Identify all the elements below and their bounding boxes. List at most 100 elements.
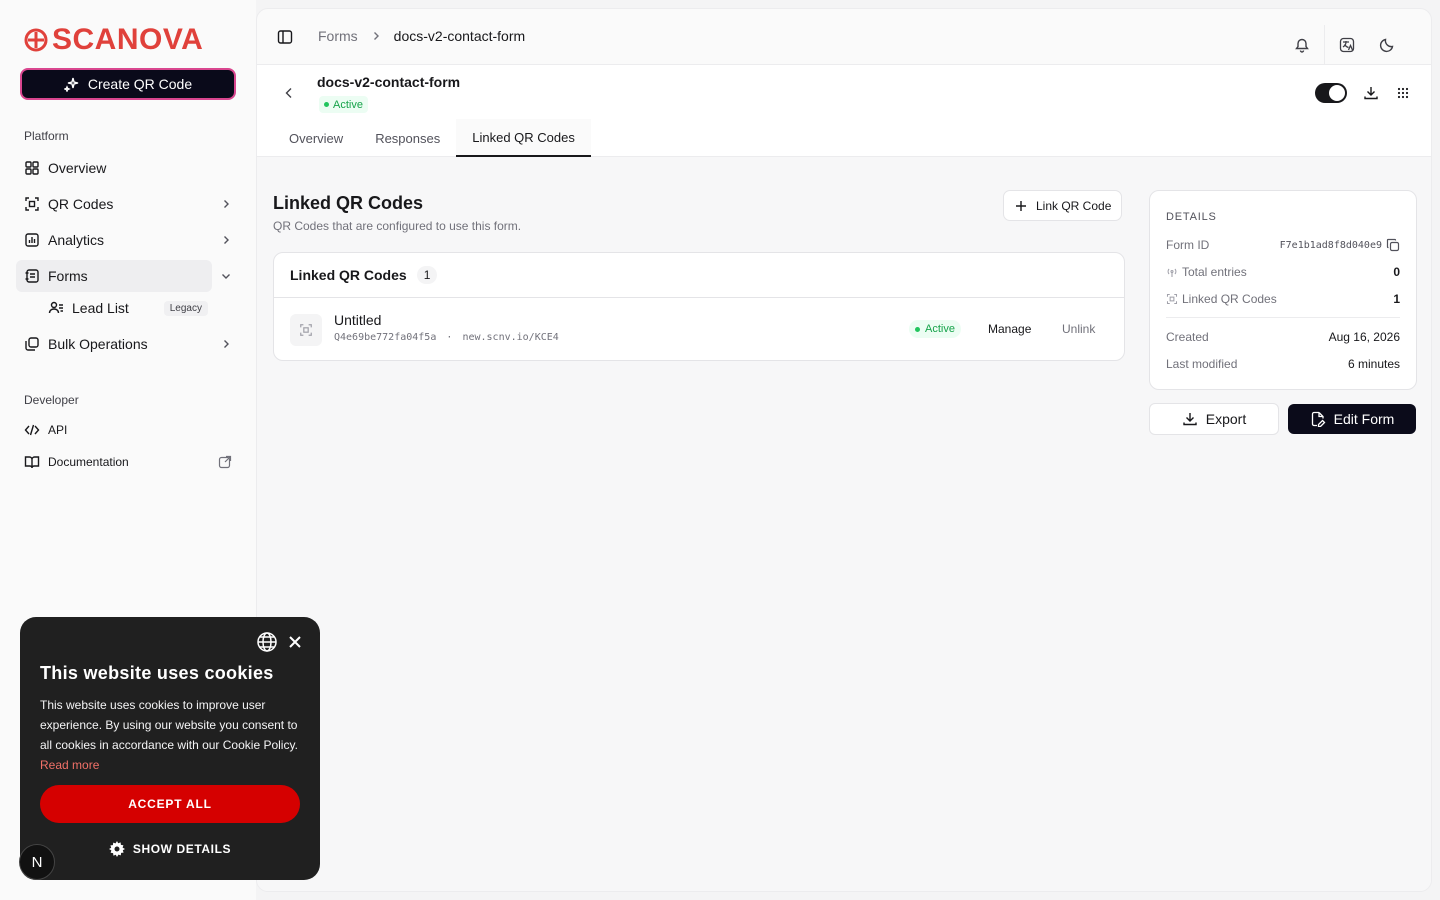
globe-icon[interactable]	[256, 631, 278, 653]
external-link-icon	[218, 455, 232, 469]
chevron-down-icon	[222, 274, 230, 279]
user-list-icon	[48, 301, 63, 314]
unlink-button[interactable]: Unlink	[1062, 322, 1095, 336]
status-label: Active	[333, 98, 363, 111]
breadcrumb-forms-link[interactable]: Forms	[318, 28, 358, 44]
sidebar-item-label: Analytics	[48, 232, 105, 248]
accept-all-button[interactable]: ACCEPT ALL	[40, 785, 300, 823]
cookie-body: This website uses cookies to improve use…	[40, 698, 298, 752]
export-button[interactable]: Export	[1149, 403, 1279, 435]
tab-overview[interactable]: Overview	[273, 119, 359, 157]
layers-icon	[25, 337, 39, 351]
create-qr-code-button[interactable]: Create QR Code	[20, 68, 236, 100]
qr-code-meta: Q4e69be772fa04f5a · new.scnv.io/KCE4	[334, 332, 559, 343]
meta-separator: ·	[446, 332, 453, 343]
chevron-right-icon	[224, 200, 229, 208]
detail-value: 6 minutes	[1347, 357, 1400, 371]
sidebar-item-forms[interactable]: Forms	[16, 260, 230, 292]
breadcrumb-current: docs-v2-contact-form	[393, 28, 526, 44]
cookie-text: This website uses cookies to improve use…	[40, 695, 302, 775]
back-chevron-icon[interactable]	[281, 85, 297, 101]
sidebar-item-bulk-operations[interactable]: Bulk Operations	[16, 328, 240, 360]
edit-form-button[interactable]: Edit Form	[1288, 404, 1416, 434]
plus-icon	[1016, 200, 1026, 211]
chevron-right-icon	[373, 32, 379, 40]
cookie-banner: This website uses cookies This website u…	[20, 617, 320, 880]
form-title: docs-v2-contact-form	[317, 74, 461, 90]
detail-created: Created Aug 16, 2026	[1166, 329, 1400, 345]
cookie-banner-controls	[256, 631, 302, 653]
sidebar-item-qr-codes[interactable]: QR Codes	[16, 188, 240, 220]
detail-value: 1	[1393, 292, 1400, 306]
close-icon[interactable]	[288, 635, 302, 649]
tab-linked-qr-codes[interactable]: Linked QR Codes	[456, 119, 591, 157]
download-icon[interactable]	[1363, 85, 1379, 101]
moon-icon	[1379, 38, 1394, 53]
detail-key: Last modified	[1166, 357, 1238, 371]
top-bar: Forms docs-v2-contact-form	[257, 9, 1431, 65]
language-button[interactable]	[1327, 33, 1367, 57]
sidebar-item-label: Documentation	[48, 455, 129, 469]
chart-icon	[25, 233, 39, 247]
theme-toggle-button[interactable]	[1367, 33, 1407, 57]
detail-total-entries: Total entries 0	[1166, 264, 1400, 280]
details-heading: DETAILS	[1166, 211, 1217, 223]
form-active-toggle[interactable]	[1315, 83, 1347, 103]
main-panel: Forms docs-v2-contact-form docs-v2-conta…	[256, 8, 1432, 892]
linked-section-title: Linked QR Codes	[273, 193, 424, 213]
divider	[1166, 317, 1400, 318]
form-icon	[25, 269, 39, 283]
card-title: Linked QR Codes	[290, 267, 407, 283]
qr-thumbnail	[290, 314, 322, 346]
show-details-label: SHOW DETAILS	[132, 842, 232, 856]
qr-code-title: Untitled	[334, 312, 382, 328]
copy-icon[interactable]	[1386, 238, 1400, 252]
sidebar-item-documentation[interactable]: Documentation	[16, 448, 240, 476]
notifications-button[interactable]	[1282, 33, 1322, 57]
app-badge-button[interactable]: N	[19, 844, 55, 880]
tab-responses[interactable]: Responses	[359, 119, 456, 157]
sidebar-item-label: API	[48, 423, 68, 437]
create-qr-code-label: Create QR Code	[87, 76, 193, 92]
divider	[1324, 25, 1325, 65]
edit-file-icon	[1311, 411, 1326, 427]
gear-icon	[108, 841, 125, 857]
linked-section-description: QR Codes that are configured to use this…	[273, 219, 522, 233]
qr-scan-icon	[1166, 293, 1178, 305]
sidebar-toggle-icon[interactable]	[277, 29, 293, 45]
breadcrumb: Forms docs-v2-contact-form	[318, 28, 525, 44]
qr-scan-icon	[25, 197, 39, 211]
form-header: docs-v2-contact-form Active Overview Res…	[257, 65, 1431, 157]
status-dot	[915, 326, 920, 332]
table-row[interactable]: Untitled Q4e69be772fa04f5a · new.scnv.io…	[274, 298, 1124, 361]
qr-status-badge: Active	[909, 320, 961, 338]
sidebar-item-label: QR Codes	[48, 196, 114, 212]
form-header-actions	[1315, 83, 1411, 103]
link-qr-code-button[interactable]: Link QR Code	[1003, 190, 1123, 221]
qr-code-short-url: new.scnv.io/KCE4	[462, 332, 559, 343]
status-label: Active	[925, 323, 955, 335]
bell-icon	[1295, 38, 1309, 53]
sidebar-item-label: Bulk Operations	[48, 336, 148, 352]
sidebar-item-api[interactable]: API	[16, 416, 240, 444]
detail-key: Form ID	[1166, 238, 1210, 252]
tab-content: Linked QR Codes QR Codes that are config…	[257, 157, 1431, 891]
detail-key: Linked QR Codes	[1166, 292, 1277, 306]
download-icon	[1183, 413, 1197, 426]
form-id-value: F7e1b1ad8f8d040e9	[1279, 239, 1382, 251]
form-status-badge: Active	[319, 96, 368, 113]
brand-logo[interactable]: SCANOVA	[24, 24, 203, 56]
read-more-link[interactable]: Read more	[40, 758, 99, 772]
sidebar-item-lead-list[interactable]: Lead List Legacy	[48, 294, 212, 322]
developer-section-label: Developer	[24, 393, 79, 407]
detail-form-id: Form ID F7e1b1ad8f8d040e9	[1166, 237, 1400, 253]
apps-grid-icon[interactable]	[1395, 85, 1411, 101]
sidebar-item-overview[interactable]: Overview	[16, 152, 240, 184]
show-details-button[interactable]: SHOW DETAILS	[20, 839, 320, 859]
sidebar-item-analytics[interactable]: Analytics	[16, 224, 240, 256]
link-qr-code-label: Link QR Code	[1036, 198, 1112, 213]
details-panel: DETAILS Form ID F7e1b1ad8f8d040e9 Total …	[1149, 190, 1417, 390]
signal-icon	[1167, 268, 1177, 277]
manage-button[interactable]: Manage	[988, 322, 1031, 336]
chevron-right-icon	[224, 236, 229, 244]
